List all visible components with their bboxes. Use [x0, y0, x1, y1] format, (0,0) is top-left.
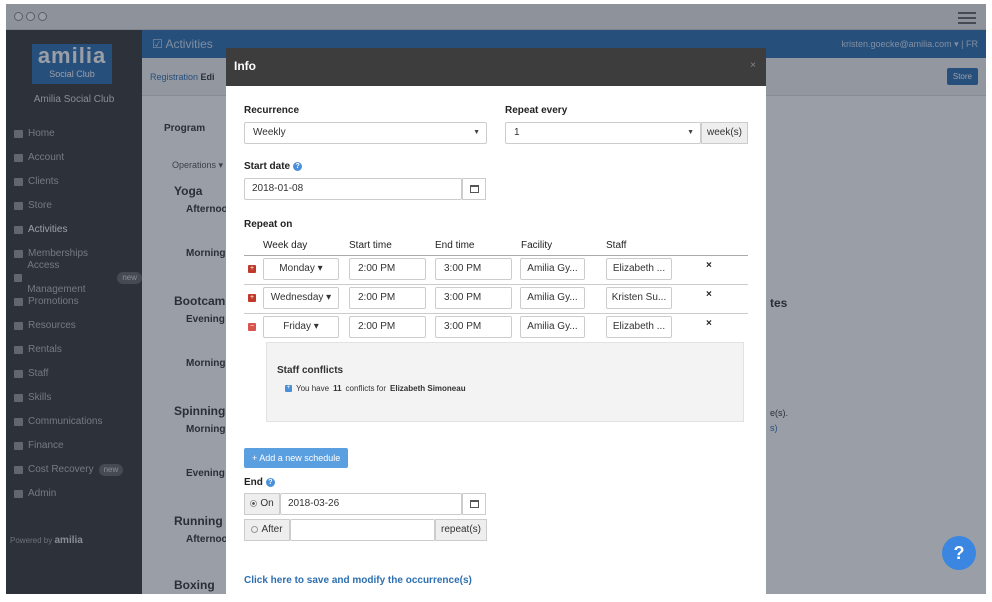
repeat-unit: repeat(s)	[435, 519, 487, 541]
end-on-radio[interactable]: On	[244, 493, 280, 515]
column-header: Facility	[521, 240, 553, 251]
add-schedule-button[interactable]: + Add a new schedule	[244, 448, 349, 468]
weekday-value: Friday	[283, 321, 311, 332]
end-after-radio[interactable]: After	[244, 519, 290, 541]
staff-select[interactable]: Kristen Su...	[606, 287, 672, 309]
calendar-icon	[470, 500, 479, 508]
repeat-unit: week(s)	[701, 122, 748, 144]
start-time-input[interactable]: 2:00 PM	[349, 258, 426, 280]
radio-selected-icon[interactable]	[250, 499, 258, 507]
help-button[interactable]: ?	[942, 536, 976, 570]
collapse-icon[interactable]: −	[248, 323, 256, 331]
caret-down-icon: ▾	[314, 263, 323, 274]
conflicts-title: Staff conflicts	[277, 365, 344, 376]
column-header: Start time	[349, 240, 392, 251]
modal-title: Info	[234, 59, 256, 73]
weekday-select[interactable]: Friday ▾	[263, 316, 339, 338]
row-divider	[244, 284, 748, 285]
weekday-value: Wednesday	[270, 292, 324, 303]
conflicts-message[interactable]: + You have 11 conflicts for Elizabeth Si…	[285, 384, 466, 393]
end-time-input[interactable]: 3:00 PM	[435, 316, 512, 338]
delete-row-icon[interactable]: ×	[706, 260, 712, 271]
start-time-input[interactable]: 2:00 PM	[349, 287, 426, 309]
chevron-down-icon: ▼	[473, 129, 480, 136]
chevron-down-icon: ▼	[687, 129, 694, 136]
weekday-select[interactable]: Wednesday ▾	[263, 287, 339, 309]
conflict-icon[interactable]: +	[248, 294, 256, 302]
weekday-select[interactable]: Monday ▾	[263, 258, 339, 280]
end-label: End?	[244, 477, 275, 488]
calendar-button[interactable]	[462, 178, 486, 200]
recurrence-select[interactable]: Weekly ▼	[244, 122, 487, 144]
plus-icon[interactable]: +	[285, 385, 292, 392]
app-window: amilia Social Club Amilia Social Club Ho…	[6, 4, 986, 594]
caret-down-icon: ▾	[323, 292, 332, 303]
staff-select[interactable]: Elizabeth ...	[606, 258, 672, 280]
staff-conflicts-panel: Staff conflicts + You have 11 conflicts …	[266, 342, 744, 422]
recurrence-label: Recurrence	[244, 105, 300, 116]
column-header: End time	[435, 240, 475, 251]
conflict-icon[interactable]: +	[248, 265, 256, 273]
delete-row-icon[interactable]: ×	[706, 289, 712, 300]
column-header: Week day	[263, 240, 308, 251]
help-icon[interactable]: ?	[265, 477, 275, 487]
table-divider	[244, 255, 748, 256]
modal-header: Info ×	[226, 48, 766, 86]
end-time-input[interactable]: 3:00 PM	[435, 258, 512, 280]
facility-select[interactable]: Amilia Gy...	[520, 287, 585, 309]
calendar-icon	[470, 185, 479, 193]
end-date-input[interactable]: 2018-03-26	[280, 493, 462, 515]
column-header: Staff	[606, 240, 627, 251]
start-date-input[interactable]: 2018-01-08	[244, 178, 462, 200]
facility-select[interactable]: Amilia Gy...	[520, 316, 585, 338]
start-time-input[interactable]: 2:00 PM	[349, 316, 426, 338]
help-icon[interactable]: ?	[293, 161, 303, 171]
weekday-value: Monday	[279, 263, 315, 274]
end-time-input[interactable]: 3:00 PM	[435, 287, 512, 309]
delete-row-icon[interactable]: ×	[706, 318, 712, 329]
info-modal: Info × Recurrence Weekly ▼ Repeat every 1…	[226, 48, 766, 594]
staff-select[interactable]: Elizabeth ...	[606, 316, 672, 338]
start-date-label: Start date?	[244, 161, 303, 172]
repeat-on-label: Repeat on	[244, 219, 293, 230]
caret-down-icon: ▾	[310, 321, 319, 332]
calendar-button[interactable]	[462, 493, 486, 515]
save-occurrences-link[interactable]: Click here to save and modify the occurr…	[244, 575, 472, 586]
facility-select[interactable]: Amilia Gy...	[520, 258, 585, 280]
close-icon[interactable]: ×	[750, 60, 756, 71]
repeat-every-select[interactable]: 1 ▼	[505, 122, 701, 144]
repeat-count-input[interactable]	[290, 519, 435, 541]
row-divider	[244, 313, 748, 314]
radio-icon[interactable]	[251, 525, 259, 533]
repeat-every-label: Repeat every	[505, 105, 568, 116]
